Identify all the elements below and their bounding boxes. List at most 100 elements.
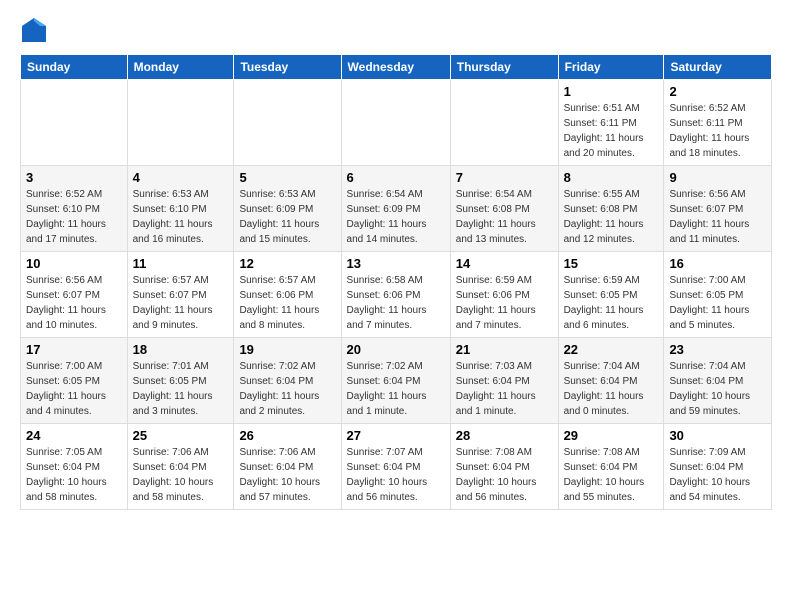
calendar-day-header: Friday [558, 55, 664, 80]
calendar-cell: 6 Sunrise: 6:54 AM Sunset: 6:09 PM Daylig… [341, 166, 450, 252]
day-number: 27 [347, 428, 445, 443]
day-number: 13 [347, 256, 445, 271]
day-info: Sunrise: 6:51 AM Sunset: 6:11 PM Dayligh… [564, 101, 659, 161]
day-number: 11 [133, 256, 229, 271]
calendar-day-header: Wednesday [341, 55, 450, 80]
calendar-cell: 12 Sunrise: 6:57 AM Sunset: 6:06 PM Dayli… [234, 252, 341, 338]
calendar-cell: 28Sunrise: 7:08 AM Sunset: 6:04 PM Dayli… [450, 424, 558, 510]
day-number: 15 [564, 256, 659, 271]
calendar-day-header: Saturday [664, 55, 772, 80]
calendar-cell: 17 Sunrise: 7:00 AM Sunset: 6:05 PM Dayli… [21, 338, 128, 424]
page: SundayMondayTuesdayWednesdayThursdayFrid… [0, 0, 792, 612]
calendar-week-row: 3 Sunrise: 6:52 AM Sunset: 6:10 PM Daylig… [21, 166, 772, 252]
calendar-cell: 23 Sunrise: 7:04 AM Sunset: 6:04 PM Dayli… [664, 338, 772, 424]
day-number: 8 [564, 170, 659, 185]
calendar-cell: 7 Sunrise: 6:54 AM Sunset: 6:08 PM Daylig… [450, 166, 558, 252]
day-number: 10 [26, 256, 122, 271]
calendar-week-row: 17 Sunrise: 7:00 AM Sunset: 6:05 PM Dayli… [21, 338, 772, 424]
day-info: Sunrise: 6:53 AM Sunset: 6:10 PM Dayligh… [133, 187, 229, 247]
calendar-cell: 8 Sunrise: 6:55 AM Sunset: 6:08 PM Daylig… [558, 166, 664, 252]
calendar-cell: 1 Sunrise: 6:51 AM Sunset: 6:11 PM Daylig… [558, 80, 664, 166]
day-info: Sunrise: 7:06 AM Sunset: 6:04 PM Dayligh… [133, 445, 229, 505]
day-number: 17 [26, 342, 122, 357]
day-number: 16 [669, 256, 766, 271]
day-info: Sunrise: 7:09 AM Sunset: 6:04 PM Dayligh… [669, 445, 766, 505]
calendar-cell: 30 Sunrise: 7:09 AM Sunset: 6:04 PM Dayli… [664, 424, 772, 510]
calendar-header-row: SundayMondayTuesdayWednesdayThursdayFrid… [21, 55, 772, 80]
calendar-cell: 21 Sunrise: 7:03 AM Sunset: 6:04 PM Dayli… [450, 338, 558, 424]
day-info: Sunrise: 6:58 AM Sunset: 6:06 PM Dayligh… [347, 273, 445, 333]
day-number: 6 [347, 170, 445, 185]
day-number: 30 [669, 428, 766, 443]
calendar-cell: 14Sunrise: 6:59 AM Sunset: 6:06 PM Dayli… [450, 252, 558, 338]
day-number: 28 [456, 428, 553, 443]
calendar-cell: 29 Sunrise: 7:08 AM Sunset: 6:04 PM Dayli… [558, 424, 664, 510]
day-info: Sunrise: 7:08 AM Sunset: 6:04 PM Dayligh… [564, 445, 659, 505]
calendar-cell: 27Sunrise: 7:07 AM Sunset: 6:04 PM Dayli… [341, 424, 450, 510]
calendar-cell: 3 Sunrise: 6:52 AM Sunset: 6:10 PM Daylig… [21, 166, 128, 252]
calendar-cell: 15Sunrise: 6:59 AM Sunset: 6:05 PM Dayli… [558, 252, 664, 338]
day-info: Sunrise: 6:53 AM Sunset: 6:09 PM Dayligh… [239, 187, 335, 247]
calendar-day-header: Thursday [450, 55, 558, 80]
calendar-cell: 9 Sunrise: 6:56 AM Sunset: 6:07 PM Daylig… [664, 166, 772, 252]
calendar-cell: 20 Sunrise: 7:02 AM Sunset: 6:04 PM Dayli… [341, 338, 450, 424]
calendar-cell [341, 80, 450, 166]
day-info: Sunrise: 7:03 AM Sunset: 6:04 PM Dayligh… [456, 359, 553, 419]
calendar-cell: 19 Sunrise: 7:02 AM Sunset: 6:04 PM Dayli… [234, 338, 341, 424]
day-number: 4 [133, 170, 229, 185]
day-number: 25 [133, 428, 229, 443]
logo-icon [20, 16, 48, 44]
day-number: 3 [26, 170, 122, 185]
day-info: Sunrise: 7:06 AM Sunset: 6:04 PM Dayligh… [239, 445, 335, 505]
day-info: Sunrise: 6:52 AM Sunset: 6:11 PM Dayligh… [669, 101, 766, 161]
day-number: 5 [239, 170, 335, 185]
day-info: Sunrise: 6:54 AM Sunset: 6:09 PM Dayligh… [347, 187, 445, 247]
day-number: 19 [239, 342, 335, 357]
calendar-week-row: 24 Sunrise: 7:05 AM Sunset: 6:04 PM Dayli… [21, 424, 772, 510]
day-number: 12 [239, 256, 335, 271]
day-number: 20 [347, 342, 445, 357]
day-number: 23 [669, 342, 766, 357]
day-info: Sunrise: 6:52 AM Sunset: 6:10 PM Dayligh… [26, 187, 122, 247]
day-number: 29 [564, 428, 659, 443]
calendar-day-header: Sunday [21, 55, 128, 80]
calendar-cell: 5 Sunrise: 6:53 AM Sunset: 6:09 PM Daylig… [234, 166, 341, 252]
day-number: 7 [456, 170, 553, 185]
calendar-cell [127, 80, 234, 166]
calendar-cell [450, 80, 558, 166]
day-info: Sunrise: 6:55 AM Sunset: 6:08 PM Dayligh… [564, 187, 659, 247]
day-number: 14 [456, 256, 553, 271]
calendar-cell: 26Sunrise: 7:06 AM Sunset: 6:04 PM Dayli… [234, 424, 341, 510]
calendar-day-header: Tuesday [234, 55, 341, 80]
day-info: Sunrise: 7:04 AM Sunset: 6:04 PM Dayligh… [669, 359, 766, 419]
calendar-cell: 25 Sunrise: 7:06 AM Sunset: 6:04 PM Dayli… [127, 424, 234, 510]
day-info: Sunrise: 7:05 AM Sunset: 6:04 PM Dayligh… [26, 445, 122, 505]
day-info: Sunrise: 7:02 AM Sunset: 6:04 PM Dayligh… [239, 359, 335, 419]
day-info: Sunrise: 6:54 AM Sunset: 6:08 PM Dayligh… [456, 187, 553, 247]
day-info: Sunrise: 7:00 AM Sunset: 6:05 PM Dayligh… [669, 273, 766, 333]
calendar-cell: 10 Sunrise: 6:56 AM Sunset: 6:07 PM Dayli… [21, 252, 128, 338]
day-info: Sunrise: 6:57 AM Sunset: 6:06 PM Dayligh… [239, 273, 335, 333]
calendar-day-header: Monday [127, 55, 234, 80]
day-info: Sunrise: 6:56 AM Sunset: 6:07 PM Dayligh… [26, 273, 122, 333]
day-number: 22 [564, 342, 659, 357]
day-number: 21 [456, 342, 553, 357]
calendar-table: SundayMondayTuesdayWednesdayThursdayFrid… [20, 54, 772, 510]
calendar-week-row: 10 Sunrise: 6:56 AM Sunset: 6:07 PM Dayli… [21, 252, 772, 338]
day-number: 9 [669, 170, 766, 185]
calendar-cell [234, 80, 341, 166]
calendar-cell: 4 Sunrise: 6:53 AM Sunset: 6:10 PM Daylig… [127, 166, 234, 252]
day-info: Sunrise: 7:02 AM Sunset: 6:04 PM Dayligh… [347, 359, 445, 419]
day-info: Sunrise: 6:56 AM Sunset: 6:07 PM Dayligh… [669, 187, 766, 247]
day-number: 1 [564, 84, 659, 99]
day-info: Sunrise: 7:00 AM Sunset: 6:05 PM Dayligh… [26, 359, 122, 419]
calendar-week-row: 1 Sunrise: 6:51 AM Sunset: 6:11 PM Daylig… [21, 80, 772, 166]
calendar-cell [21, 80, 128, 166]
calendar-cell: 16 Sunrise: 7:00 AM Sunset: 6:05 PM Dayli… [664, 252, 772, 338]
day-number: 24 [26, 428, 122, 443]
day-info: Sunrise: 6:57 AM Sunset: 6:07 PM Dayligh… [133, 273, 229, 333]
day-number: 2 [669, 84, 766, 99]
logo [20, 16, 50, 44]
calendar-cell: 2 Sunrise: 6:52 AM Sunset: 6:11 PM Daylig… [664, 80, 772, 166]
calendar-cell: 11 Sunrise: 6:57 AM Sunset: 6:07 PM Dayli… [127, 252, 234, 338]
